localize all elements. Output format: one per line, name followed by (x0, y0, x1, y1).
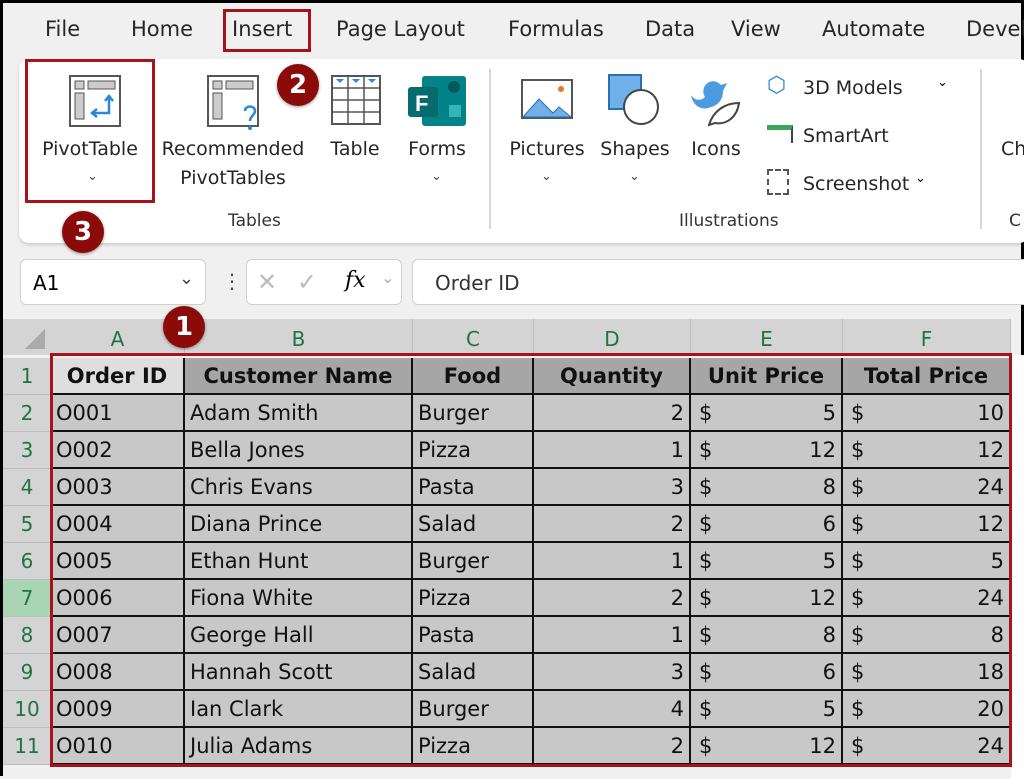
smartart-icon (767, 125, 793, 143)
smartart-label: SmartArt (803, 125, 889, 147)
column-header-b[interactable]: B (185, 319, 413, 355)
formula-content: Order ID (435, 271, 520, 295)
group-divider (489, 69, 491, 229)
tab-home[interactable]: Home (131, 17, 193, 41)
tab-view[interactable]: View (731, 17, 781, 41)
pictures-label: Pictures (505, 135, 589, 164)
tab-data[interactable]: Data (645, 17, 695, 41)
row-header-2[interactable]: 2 (3, 395, 51, 432)
step-badge-1: 1 (163, 306, 205, 348)
row-header-9[interactable]: 9 (3, 654, 51, 691)
enter-icon[interactable]: ✓ (297, 268, 317, 296)
3d-models-label: 3D Models (803, 77, 903, 99)
chevron-down-icon: ⌄ (915, 171, 926, 186)
recommended-label-1: Recommended (157, 135, 309, 164)
row-header-5[interactable]: 5 (3, 506, 51, 543)
formula-input[interactable]: Order ID (412, 259, 1024, 305)
row-header-10[interactable]: 10 (3, 691, 51, 728)
tab-file[interactable]: File (45, 17, 80, 41)
row-header-7[interactable]: 7 (3, 580, 51, 617)
highlight-insert-tab (223, 9, 311, 52)
table-label: Table (323, 135, 387, 164)
row-header-6[interactable]: 6 (3, 543, 51, 580)
chevron-down-icon: ⌄ (937, 75, 948, 90)
screenshot-button[interactable]: Screenshot ⌄ (763, 167, 943, 201)
row-header-3[interactable]: 3 (3, 432, 51, 469)
shapes-button[interactable]: Shapes ⌄ (597, 61, 673, 201)
insert-function-icon[interactable]: fx (345, 268, 366, 293)
formula-buttons: ✕ ✓ fx ⌄ (246, 259, 402, 305)
shapes-icon (607, 73, 663, 129)
3d-models-button[interactable]: ⬡ 3D Models ⌄ (763, 73, 959, 105)
smartart-button[interactable]: SmartArt (763, 121, 913, 153)
icons-button[interactable]: Icons (683, 61, 749, 201)
forms-icon: F (407, 75, 467, 127)
screenshot-icon (767, 169, 789, 195)
tab-automate[interactable]: Automate (822, 17, 925, 41)
table-button[interactable]: Table (323, 61, 387, 201)
table-icon (331, 75, 381, 125)
more-options-icon[interactable]: ⋮ (222, 269, 242, 293)
forms-label: Forms (401, 135, 473, 164)
select-all-corner[interactable] (3, 319, 51, 355)
highlight-pivottable (25, 59, 155, 203)
tab-formulas[interactable]: Formulas (508, 17, 604, 41)
row-header-1[interactable]: 1 (3, 358, 51, 395)
group-label-tables: Tables (228, 211, 281, 231)
name-box-value: A1 (33, 271, 59, 295)
column-header-d[interactable]: D (534, 319, 691, 355)
cancel-icon[interactable]: ✕ (257, 268, 277, 296)
highlight-data-range (50, 353, 1012, 767)
forms-button[interactable]: F Forms ⌄ (401, 61, 473, 201)
icons-label: Icons (683, 135, 749, 164)
screenshot-label: Screenshot (803, 173, 909, 195)
shapes-label: Shapes (597, 135, 673, 164)
step-badge-3: 3 (62, 211, 104, 253)
step-badge-2: 2 (277, 64, 319, 106)
recommended-pivottables-icon (207, 75, 265, 131)
svg-text:F: F (415, 91, 428, 116)
row-header-4[interactable]: 4 (3, 469, 51, 506)
group-label-illustrations: Illustrations (679, 211, 779, 231)
pictures-icon (521, 79, 573, 119)
recommended-label-2: PivotTables (157, 164, 309, 193)
chevron-down-icon[interactable]: ⌄ (179, 268, 194, 289)
pictures-button[interactable]: Pictures ⌄ (505, 61, 589, 201)
grid-empty-area (1011, 355, 1024, 779)
column-header-f[interactable]: F (843, 319, 1011, 355)
charts-partial-label[interactable]: Ch (1001, 135, 1024, 164)
chevron-down-icon: ⌄ (541, 169, 552, 184)
tab-devel[interactable]: Devel (966, 17, 1024, 41)
row-header-8[interactable]: 8 (3, 617, 51, 654)
chevron-down-icon[interactable]: ⌄ (381, 268, 394, 287)
column-header-e[interactable]: E (691, 319, 843, 355)
chevron-down-icon: ⌄ (431, 169, 442, 184)
name-box[interactable]: A1 ⌄ (20, 259, 206, 305)
group-divider (980, 69, 982, 229)
column-header-c[interactable]: C (413, 319, 534, 355)
chevron-down-icon: ⌄ (629, 169, 640, 184)
group-label-charts-partial: C (1009, 211, 1021, 231)
tab-page-layout[interactable]: Page Layout (336, 17, 465, 41)
icons-icon (689, 75, 745, 131)
row-header-11[interactable]: 11 (3, 728, 51, 765)
cube-icon: ⬡ (767, 73, 786, 98)
